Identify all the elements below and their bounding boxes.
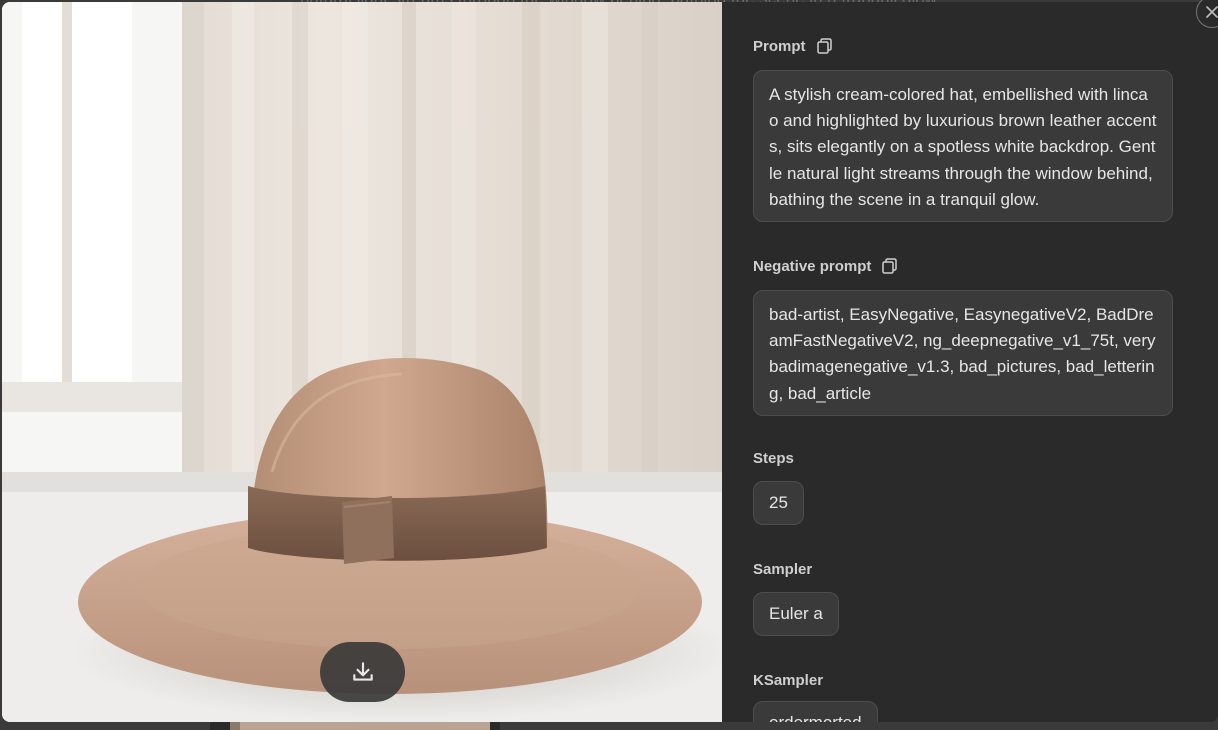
negative-prompt-label: Negative prompt: [753, 257, 872, 275]
ksampler-label: KSampler: [753, 672, 824, 689]
generated-image: [2, 2, 722, 722]
copy-negative-prompt-icon[interactable]: [881, 257, 899, 275]
download-icon: [352, 662, 373, 681]
image-detail-modal: Prompt A stylish cream-colored hat, embe…: [2, 2, 1218, 722]
prompt-label-row: Prompt: [753, 37, 834, 55]
negative-prompt-text-box: bad-artist, EasyNegative, EasynegativeV2…: [753, 290, 1173, 416]
ksampler-value: ordermorted: [753, 701, 878, 722]
negative-prompt-label-row: Negative prompt: [753, 257, 899, 275]
download-button[interactable]: [320, 642, 405, 702]
steps-value: 25: [753, 481, 804, 525]
copy-prompt-icon[interactable]: [816, 37, 834, 55]
prompt-label: Prompt: [753, 37, 806, 55]
hat-photo: [2, 2, 722, 722]
steps-label: Steps: [753, 450, 794, 467]
sampler-label: Sampler: [753, 561, 813, 578]
prompt-text-box: A stylish cream-colored hat, embellished…: [753, 70, 1173, 222]
generation-details-panel: Prompt A stylish cream-colored hat, embe…: [722, 2, 1218, 722]
close-icon: [1206, 6, 1218, 18]
sampler-value: Euler a: [753, 592, 839, 636]
